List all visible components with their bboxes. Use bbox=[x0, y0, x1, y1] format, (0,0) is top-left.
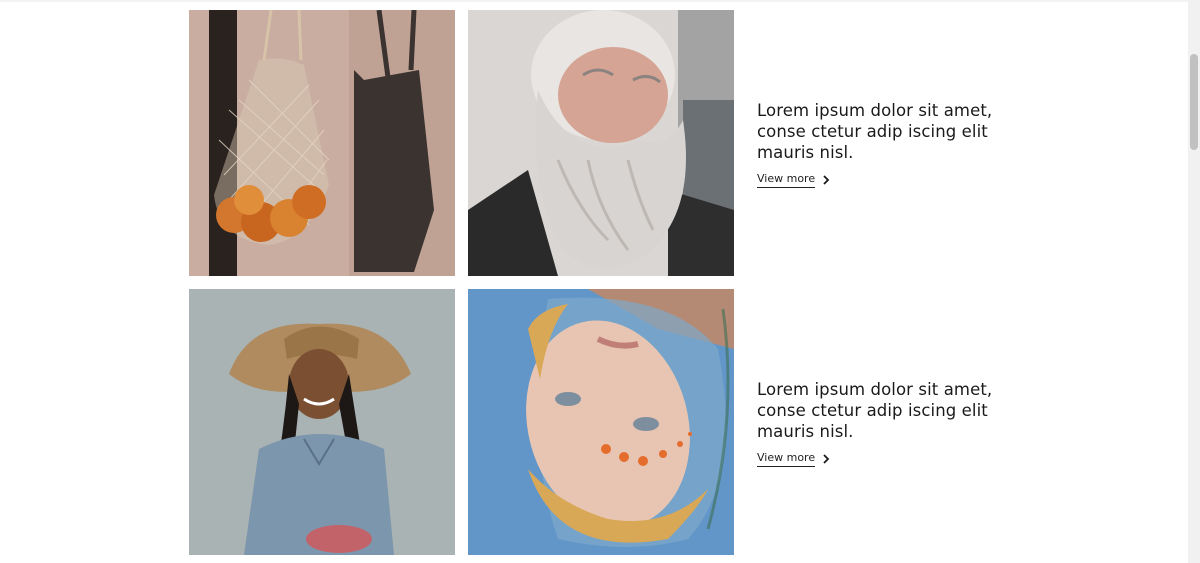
woman-reflection-mirror-photo[interactable] bbox=[468, 289, 734, 555]
gallery-row-1: Lorem ipsum dolor sit amet, conse ctetur… bbox=[189, 10, 992, 276]
row-1-view-more-link[interactable]: View more bbox=[757, 172, 830, 188]
row-1-description: Lorem ipsum dolor sit amet, conse ctetur… bbox=[757, 101, 993, 162]
mesh-bag-with-oranges-photo[interactable] bbox=[189, 10, 455, 276]
bearded-old-man-photo[interactable] bbox=[468, 10, 734, 276]
row-1-text-block: Lorem ipsum dolor sit amet, conse ctetur… bbox=[757, 100, 997, 188]
page-scrollbar[interactable] bbox=[1188, 0, 1200, 563]
view-more-label: View more bbox=[757, 172, 816, 188]
row-2-description: Lorem ipsum dolor sit amet, conse ctetur… bbox=[757, 380, 993, 441]
row-2-view-more-link[interactable]: View more bbox=[757, 451, 830, 467]
chevron-right-icon bbox=[823, 454, 830, 464]
mesh-bag-illustration bbox=[189, 10, 455, 276]
view-more-label: View more bbox=[757, 451, 816, 467]
chevron-right-icon bbox=[823, 175, 830, 185]
girl-hat-illustration bbox=[189, 289, 455, 555]
row-2-text-block: Lorem ipsum dolor sit amet, conse ctetur… bbox=[757, 379, 997, 467]
bearded-man-illustration bbox=[468, 10, 734, 276]
gallery-row-2: Lorem ipsum dolor sit amet, conse ctetur… bbox=[189, 289, 992, 555]
mirror-reflection-illustration bbox=[468, 289, 734, 555]
top-border bbox=[0, 0, 1188, 2]
scrollbar-thumb[interactable] bbox=[1190, 54, 1198, 150]
girl-in-straw-hat-photo[interactable] bbox=[189, 289, 455, 555]
